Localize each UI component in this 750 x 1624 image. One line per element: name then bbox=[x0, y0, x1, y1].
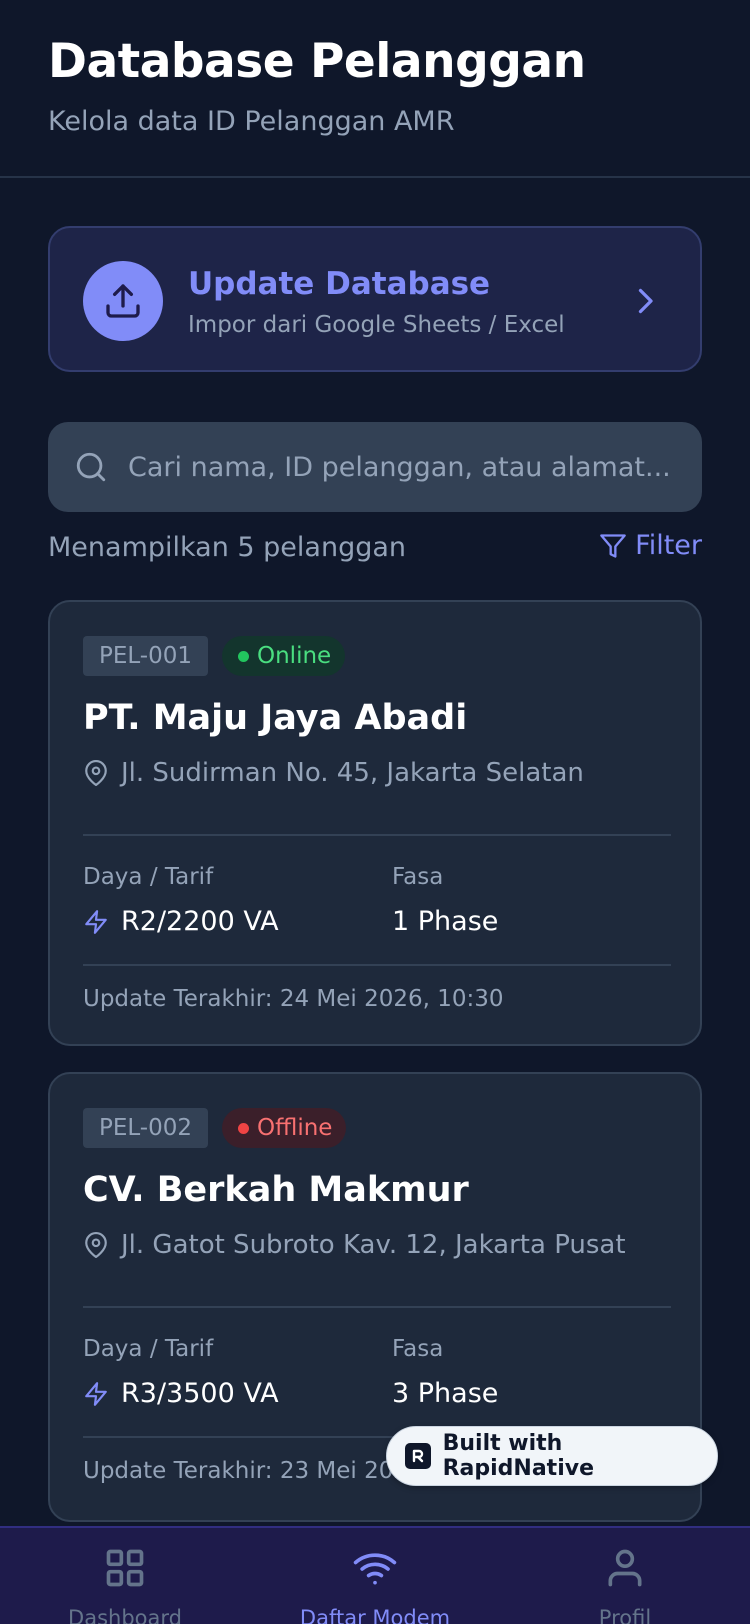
update-database-description: Impor dari Google Sheets / Excel bbox=[188, 312, 565, 338]
result-count: Menampilkan 5 pelanggan bbox=[48, 532, 407, 563]
chevron-right-icon bbox=[630, 284, 660, 318]
nav-item-dashboard[interactable]: Dashboard bbox=[0, 1528, 250, 1624]
customer-address: Jl. Gatot Subroto Kav. 12, Jakarta Pusat bbox=[83, 1230, 626, 1260]
grid-icon bbox=[106, 1549, 144, 1587]
upload-icon bbox=[83, 261, 163, 341]
user-icon bbox=[608, 1549, 642, 1587]
filter-label: Filter bbox=[635, 530, 702, 561]
address-text: Jl. Sudirman No. 45, Jakarta Selatan bbox=[121, 758, 584, 788]
power-label: Daya / Tarif bbox=[83, 1336, 214, 1362]
search-icon bbox=[76, 452, 106, 482]
customer-id-chip: PEL-001 bbox=[83, 636, 209, 676]
map-pin-icon bbox=[85, 1232, 107, 1258]
customer-address: Jl. Sudirman No. 45, Jakarta Selatan bbox=[83, 758, 584, 788]
divider bbox=[83, 834, 671, 836]
update-database-button[interactable]: Update Database Impor dari Google Sheets… bbox=[48, 226, 702, 372]
power-label: Daya / Tarif bbox=[83, 864, 214, 890]
power-value-text: R2/2200 VA bbox=[121, 906, 279, 937]
badge-text: Built with RapidNative bbox=[442, 1431, 594, 1481]
status-badge: Online bbox=[222, 636, 346, 676]
customer-card[interactable]: PEL-001 Online PT. Maju Jaya Abadi Jl. S… bbox=[48, 600, 702, 1046]
page-subtitle: Kelola data ID Pelanggan AMR bbox=[48, 106, 455, 137]
power-value-text: R3/3500 VA bbox=[121, 1378, 279, 1409]
wifi-icon bbox=[353, 1553, 397, 1585]
phase-value: 1 Phase bbox=[392, 906, 499, 937]
customer-id-chip: PEL-002 bbox=[83, 1108, 209, 1148]
customer-database-screen: Database Pelanggan Kelola data ID Pelang… bbox=[0, 0, 750, 1624]
map-pin-icon bbox=[85, 760, 107, 786]
divider bbox=[83, 964, 671, 966]
lightning-icon bbox=[85, 1381, 107, 1406]
lightning-icon bbox=[85, 909, 107, 934]
page-header: Database Pelanggan Kelola data ID Pelang… bbox=[0, 0, 750, 178]
update-database-title: Update Database bbox=[188, 266, 491, 302]
search-box bbox=[48, 422, 702, 512]
last-update: Update Terakhir: 24 Mei 2026, 10:30 bbox=[83, 986, 504, 1012]
power-value: R2/2200 VA bbox=[83, 906, 279, 937]
phase-label: Fasa bbox=[392, 864, 444, 890]
built-with-badge[interactable]: Built with RapidNative bbox=[386, 1426, 718, 1486]
nav-label: Daftar Modem bbox=[299, 1606, 451, 1624]
status-dot-icon bbox=[238, 1122, 249, 1134]
nav-item-daftar-modem[interactable]: Daftar Modem bbox=[250, 1528, 500, 1624]
status-label: Offline bbox=[257, 1115, 333, 1141]
search-input[interactable] bbox=[128, 440, 688, 494]
filter-icon bbox=[600, 533, 626, 558]
filter-button[interactable]: Filter bbox=[599, 530, 702, 561]
power-value: R3/3500 VA bbox=[83, 1378, 279, 1409]
nav-item-profil[interactable]: Profil bbox=[500, 1528, 750, 1624]
page-title: Database Pelanggan bbox=[48, 34, 586, 89]
rapidnative-logo-icon bbox=[405, 1443, 431, 1469]
divider bbox=[83, 1306, 671, 1308]
last-update: Update Terakhir: 23 Mei 2026 bbox=[83, 1458, 423, 1484]
address-text: Jl. Gatot Subroto Kav. 12, Jakarta Pusat bbox=[121, 1230, 626, 1260]
nav-label: Dashboard bbox=[68, 1606, 182, 1624]
nav-label: Profil bbox=[598, 1606, 652, 1624]
status-label: Online bbox=[257, 643, 332, 669]
phase-value: 3 Phase bbox=[392, 1378, 499, 1409]
customer-name: CV. Berkah Makmur bbox=[83, 1170, 469, 1210]
phase-label: Fasa bbox=[392, 1336, 444, 1362]
status-dot-icon bbox=[238, 650, 249, 662]
customer-name: PT. Maju Jaya Abadi bbox=[83, 698, 468, 738]
bottom-nav: Dashboard Daftar Modem Profil bbox=[0, 1526, 750, 1624]
status-badge: Offline bbox=[222, 1108, 347, 1148]
